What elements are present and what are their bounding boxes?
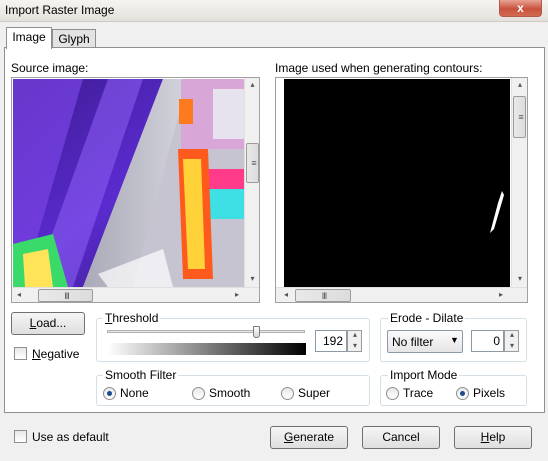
source-horizontal-scrollbar[interactable]: ◂ III ▸ — [12, 287, 259, 302]
grip-icon: III — [321, 291, 328, 301]
scroll-right-icon[interactable]: ▸ — [230, 288, 244, 302]
negative-label: Negative — [32, 347, 79, 361]
threshold-slider-thumb[interactable] — [252, 326, 260, 338]
smooth-smooth-label: Smooth — [209, 386, 251, 400]
generate-label: enerate — [293, 430, 335, 444]
tab-image[interactable]: Image — [6, 27, 52, 49]
threshold-spinner[interactable]: ▴ ▾ — [347, 330, 362, 352]
spin-down-icon[interactable]: ▾ — [348, 339, 362, 353]
grip-icon: ≡ — [251, 158, 256, 168]
erode-filter-value: No filter — [392, 335, 434, 349]
erode-filter-select[interactable]: No filter ▼ — [387, 330, 463, 353]
scroll-left-icon[interactable]: ◂ — [12, 288, 26, 302]
source-image — [13, 79, 244, 287]
source-image-label: Source image: — [11, 61, 89, 75]
import-pixels-label: Pixels — [473, 386, 506, 400]
erode-value-input[interactable]: 0 — [471, 330, 504, 352]
import-trace-label: Trace — [403, 386, 434, 400]
import-pixels-radio[interactable] — [456, 387, 469, 400]
spin-down-icon[interactable]: ▾ — [505, 339, 519, 353]
help-label: elp — [489, 430, 506, 444]
window-title: Import Raster Image — [5, 3, 115, 17]
threshold-label: Threshold — [103, 311, 161, 325]
smooth-super-label: Super — [298, 386, 331, 400]
negative-checkbox[interactable] — [14, 347, 27, 360]
scroll-right-icon[interactable]: ▸ — [494, 288, 508, 302]
grip-icon: III — [64, 291, 70, 301]
chevron-down-icon: ▼ — [450, 335, 459, 345]
import-trace-radio[interactable] — [386, 387, 399, 400]
threshold-value-input[interactable]: 192 — [315, 330, 347, 352]
threshold-slider-track[interactable] — [107, 330, 305, 333]
erode-spinner[interactable]: ▴ ▾ — [504, 330, 519, 352]
help-button[interactable]: Help — [454, 426, 532, 449]
close-button[interactable]: x — [499, 0, 542, 17]
smooth-smooth-radio[interactable] — [192, 387, 205, 400]
contour-image — [284, 79, 510, 287]
scroll-left-icon[interactable]: ◂ — [279, 288, 293, 302]
generate-button[interactable]: Generate — [270, 426, 348, 449]
smooth-none-radio[interactable] — [103, 387, 116, 400]
scroll-up-icon[interactable]: ▴ — [512, 78, 527, 92]
threshold-label-text: hreshold — [112, 311, 159, 325]
source-vertical-scrollbar[interactable]: ▴ ≡ ▾ — [244, 78, 259, 287]
load-button[interactable]: Load... — [11, 312, 85, 335]
scroll-thumb[interactable]: III — [38, 289, 93, 302]
use-as-default-checkbox[interactable] — [14, 430, 27, 443]
threshold-gradient-bar — [108, 343, 306, 355]
scroll-thumb[interactable]: ≡ — [513, 96, 526, 138]
smooth-super-radio[interactable] — [281, 387, 294, 400]
smooth-none-label: None — [120, 386, 149, 400]
negative-label-text: egative — [40, 347, 80, 361]
grip-icon: ≡ — [518, 112, 523, 122]
tab-glyph[interactable]: Glyph — [52, 29, 96, 49]
load-label: oad... — [36, 316, 67, 330]
contour-image-box: ▴ ≡ ▾ ◂ III ▸ — [275, 77, 528, 303]
scroll-thumb[interactable]: ≡ — [246, 143, 259, 183]
source-image-box: ▴ ≡ ▾ ◂ III ▸ — [11, 77, 260, 303]
cancel-button[interactable]: Cancel — [362, 426, 440, 449]
generate-mnemonic: G — [283, 430, 294, 444]
contour-vertical-scrollbar[interactable]: ▴ ≡ ▾ — [511, 78, 527, 287]
erode-dilate-label: Erode - Dilate — [388, 311, 466, 325]
negative-mnemonic: N — [32, 347, 41, 361]
smooth-filter-label: Smooth Filter — [103, 368, 179, 382]
contour-horizontal-scrollbar[interactable]: ◂ III ▸ — [276, 287, 527, 302]
contour-image-label: Image used when generating contours: — [275, 61, 483, 75]
scroll-up-icon[interactable]: ▴ — [245, 78, 259, 92]
scroll-thumb[interactable]: III — [295, 289, 351, 302]
use-as-default-label: Use as default — [32, 430, 109, 444]
scroll-down-icon[interactable]: ▾ — [245, 272, 259, 286]
import-mode-label: Import Mode — [388, 368, 460, 382]
scroll-down-icon[interactable]: ▾ — [512, 272, 527, 286]
